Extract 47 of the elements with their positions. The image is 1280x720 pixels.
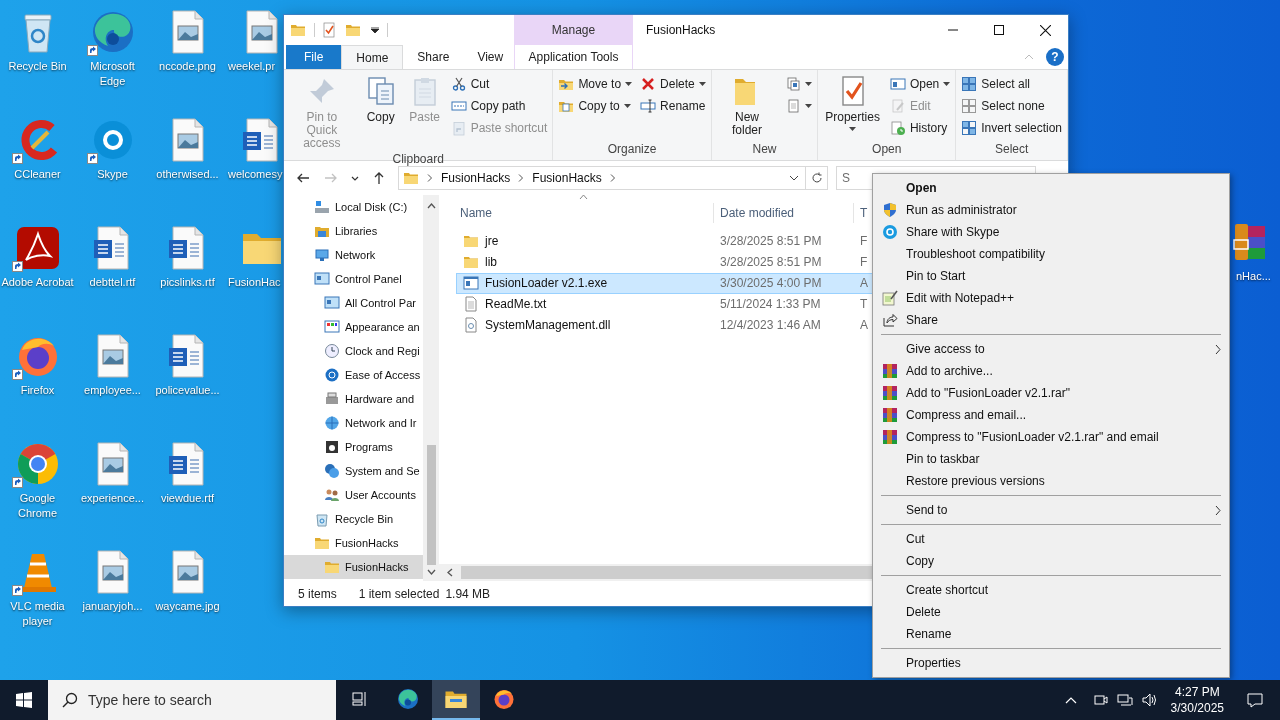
icon-label: weekel.pr: [228, 59, 276, 74]
window-title: FusionHacks: [646, 22, 716, 39]
group-label: New: [751, 141, 778, 158]
file-name: lib: [485, 254, 497, 272]
group-label: Clipboard: [391, 151, 445, 168]
table-cell-text: F: [859, 233, 868, 251]
file-name: FusionLoader v2.1.exe: [485, 275, 608, 293]
icon-label: otherwised...: [155, 167, 220, 182]
icon-label: waycame.jpg: [154, 599, 221, 614]
file-name: SystemManagement.dll: [485, 317, 611, 335]
icon-label: CCleaner: [13, 167, 62, 182]
table-cell-text: A: [859, 317, 868, 335]
table-cell-text: 5/11/2024 1:33 PM: [719, 296, 822, 314]
status-text: 1.94 MB: [445, 585, 491, 603]
file-name: jre: [485, 233, 499, 251]
table-cell-text: 12/4/2023 1:46 AM: [719, 317, 822, 335]
table-cell-text: F: [859, 254, 868, 272]
icon-label: Recycle Bin: [7, 59, 68, 74]
table-cell-text: 3/28/2025 8:51 PM: [719, 233, 823, 251]
group-label: Organize: [606, 141, 658, 158]
icon-label: Skype: [96, 167, 129, 182]
group-label: Open: [871, 141, 903, 158]
icon-label: picslinks.rtf: [159, 275, 216, 290]
icon-label: policevalue...: [154, 383, 221, 398]
icon-label: viewdue.rtf: [159, 491, 216, 506]
icon-label: Firefox: [19, 383, 56, 398]
icon-label: FusionHac: [228, 275, 281, 290]
icon-label: nccode.png: [158, 59, 217, 74]
icon-label: Adobe Acrobat: [1, 275, 74, 290]
icon-label: experience...: [80, 491, 145, 506]
icon-label: employee...: [83, 383, 142, 398]
table-cell-text: 3/28/2025 8:51 PM: [719, 254, 823, 272]
status-text: 5 items: [298, 585, 337, 603]
group-label: Select: [993, 141, 1030, 158]
icon-label: januaryjoh...: [81, 599, 144, 614]
icon-label: welcomesy: [228, 167, 283, 182]
icon-label: VLC media player: [9, 599, 66, 629]
table-cell-text: T: [859, 296, 868, 314]
table-cell-text: A: [859, 275, 868, 293]
icon-label: Microsoft Edge: [89, 59, 136, 89]
tab-group-header: Manage: [514, 15, 633, 45]
icon-label: Google Chrome: [16, 491, 59, 521]
table-cell-text: 3/30/2025 4:00 PM: [719, 275, 823, 293]
icon-label: nHac...: [1236, 269, 1271, 284]
icon-label: debttel.rtf: [88, 275, 137, 290]
file-name: ReadMe.txt: [485, 296, 547, 314]
status-text: 1 item selected: [358, 585, 440, 603]
